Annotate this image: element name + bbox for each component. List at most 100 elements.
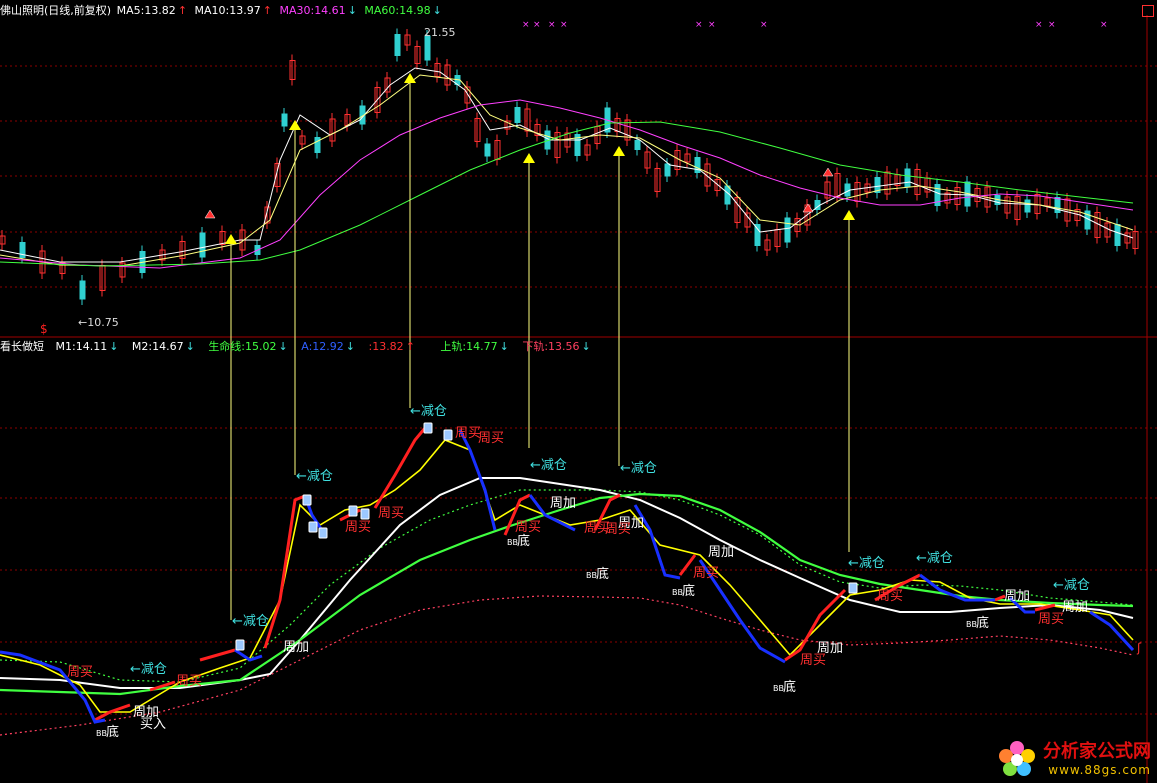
red-signal-segment [263, 494, 306, 649]
red-signal-segment [373, 427, 427, 509]
week-buy-label: 周买 [378, 506, 404, 521]
week-add-label: 周加 [550, 496, 576, 511]
hold-icon [235, 639, 245, 651]
ma30-line [0, 99, 1134, 269]
week-buy-label: 周买 [693, 566, 719, 581]
reduce-position-label: ←减仓 [130, 662, 167, 677]
reduce-position-label: ←减仓 [848, 556, 885, 571]
blue-signal-segment [919, 573, 995, 602]
week-buy-label: 周买 [345, 520, 371, 535]
cross-marker: × [1100, 20, 1108, 30]
bottom-label: 底 [596, 566, 609, 582]
close-icon[interactable] [1142, 5, 1154, 17]
red-signal-segment [199, 648, 236, 662]
week-buy-label: 周买 [176, 674, 202, 689]
end-marker: ʃ [1136, 641, 1142, 655]
candle-body [634, 140, 641, 150]
upper-band-line [0, 489, 1134, 683]
watermark: 分析家公式网 www.88gs.com [997, 739, 1151, 779]
ma30-value: MA30:14.61 ↓ [279, 4, 357, 17]
reduce-position-label: ←减仓 [916, 551, 953, 566]
candlestick-series: 21.55←10.75$× × × × ×× × × × × [0, 20, 1139, 336]
flower-logo-icon [999, 741, 1035, 776]
bottom-label: 底 [517, 533, 530, 549]
candle-body [199, 232, 206, 258]
upper-band-value: 上轨:14.77 ↓ [440, 340, 509, 353]
ma5-line [0, 67, 1134, 263]
indicator-title: 看长做短 [0, 340, 44, 353]
week-buy-label: 周买 [515, 520, 541, 535]
price-high-label: 21.55 [424, 26, 456, 39]
main-chart-title: 佛山照明(日线,前复权) [0, 4, 112, 17]
reduce-position-label: ←减仓 [530, 458, 567, 473]
chart-canvas[interactable]: 21.55←10.75$× × × × ×× × × × × ←减仓←减仓←减仓←减仓←减仓 ←减… [0, 0, 1157, 783]
hold-icon [443, 429, 453, 441]
lifeline-value: 生命线:15.02 ↓ [208, 340, 288, 353]
bottom-label: 底 [976, 615, 989, 631]
ma60-value: MA60:14.98 ↓ [364, 4, 442, 17]
week-add-label: 周加 [708, 545, 734, 560]
indicator-header: 看长做短 M1:14.11 ↓ M2:14.67 ↓ 生命线:15.02 ↓ A:12… [0, 340, 595, 354]
candle-body [281, 113, 288, 127]
candle-body [1024, 199, 1031, 213]
up-arrow-icon [613, 146, 625, 156]
red-arrow-icon [822, 167, 834, 177]
up-arrow-icon [843, 210, 855, 220]
hold-icon [348, 505, 358, 517]
watermark-url: www.88gs.com [1048, 763, 1151, 777]
reduce-position-label: ←减仓 [620, 461, 657, 476]
week-buy-label: 周买 [800, 653, 826, 668]
candle-body [664, 163, 671, 177]
candle-body [784, 217, 791, 243]
watermark-title: 分析家公式网 [1043, 741, 1151, 762]
hold-icon [302, 494, 312, 506]
indicator-lines [0, 427, 1135, 736]
cross-marker: × [560, 20, 568, 30]
cross-marker: × [548, 20, 556, 30]
week-add-label: 周加 [283, 640, 309, 655]
red-line-value: :13.82 ↑ [368, 340, 415, 353]
candle-body [1114, 224, 1121, 246]
cross-marker: × [533, 20, 541, 30]
reduce-position-label: ←减仓 [296, 469, 333, 484]
dollar-marker: $ [40, 322, 48, 336]
signal-labels: ←减仓←减仓←减仓←减仓←减仓 ←减仓←减仓 ←减仓←减仓周加周加周加周加周加周加周… [67, 404, 1142, 740]
a-value: A:12.92 ↓ [301, 340, 355, 353]
hold-icon [318, 527, 328, 539]
hold-icon [423, 422, 433, 434]
candle-body [79, 280, 86, 300]
reduce-position-label: ←减仓 [232, 614, 269, 629]
candle-body [484, 143, 491, 157]
yellow-line [0, 439, 1134, 713]
cross-marker: × [522, 20, 530, 30]
cross-marker: × [708, 20, 716, 30]
blue-signal-segment [234, 648, 263, 662]
ma5-value: MA5:13.82 ↑ [116, 4, 188, 17]
up-arrow-icon [225, 234, 237, 244]
candle-body [424, 35, 431, 61]
bottom-label: 底 [106, 724, 119, 740]
hold-icon [848, 582, 858, 594]
week-buy-label: 周买 [478, 431, 504, 446]
up-arrow-icon [523, 153, 535, 163]
ma10-value: MA10:13.97 ↑ [194, 4, 272, 17]
hold-icon [308, 521, 318, 533]
signal-arrows [204, 73, 858, 651]
candle-body [394, 34, 401, 56]
main-chart-header: 佛山照明(日线,前复权) MA5:13.82 ↑ MA10:13.97 ↑ MA30… [0, 4, 446, 18]
candle-body [754, 224, 761, 246]
reduce-position-label: ←减仓 [410, 404, 447, 419]
moving-average-lines [0, 67, 1134, 269]
week-buy-label: 周买 [67, 665, 93, 680]
candle-body [314, 137, 321, 153]
cross-marker: × [1035, 20, 1043, 30]
hold-icon [360, 508, 370, 520]
m1-value: M1:14.11 ↓ [55, 340, 119, 353]
cross-marker: × [760, 20, 768, 30]
bottom-label: 底 [682, 583, 695, 599]
cross-marker: × [1048, 20, 1056, 30]
week-buy-label: 周买 [1038, 612, 1064, 627]
lower-band-value: 下轨:13.56 ↓ [522, 340, 591, 353]
price-low-label: ←10.75 [78, 316, 119, 329]
bottom-label: 底 [783, 679, 796, 695]
